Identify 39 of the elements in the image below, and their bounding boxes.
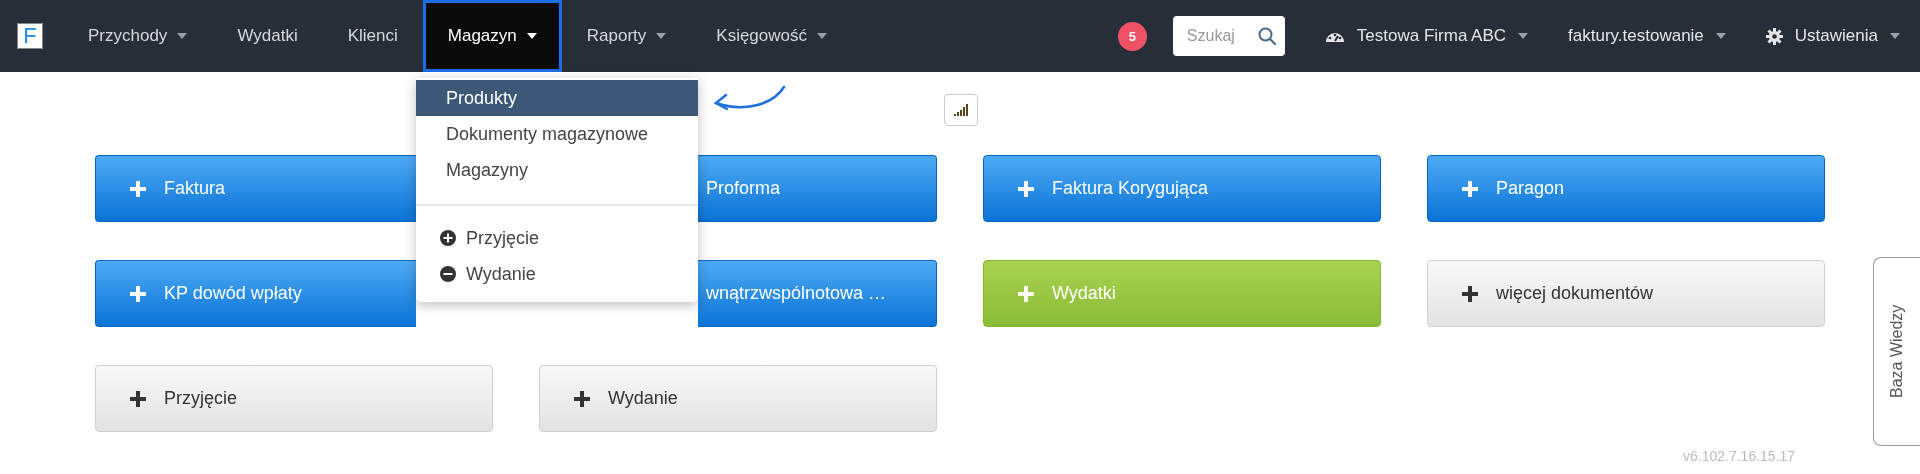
nav-menu-item[interactable]: Księgowość (691, 0, 852, 72)
nav-menu-item[interactable]: Magazyn (422, 0, 562, 72)
signal-button[interactable] (944, 94, 978, 126)
dropdown-item[interactable]: Produkty (416, 80, 698, 116)
settings-menu[interactable]: Ustawienia (1745, 26, 1920, 46)
dropdown-item[interactable]: Wydanie (416, 256, 698, 292)
plus-icon (1018, 285, 1034, 302)
gear-icon (1765, 27, 1783, 45)
plus-icon (1018, 180, 1034, 197)
search-field[interactable]: Szukaj (1172, 16, 1285, 56)
nav-menu-item[interactable]: Klienci (322, 0, 423, 72)
new-document-button[interactable]: więcej dokumentów (1427, 260, 1825, 327)
nav-menu-item[interactable]: Wydatki (212, 0, 323, 72)
account-menu[interactable]: faktury.testowanie (1548, 26, 1746, 46)
caret-icon (1715, 33, 1726, 39)
caret-icon (1518, 33, 1529, 39)
nav-menu-item[interactable]: Raporty (561, 0, 692, 72)
plus-icon (130, 180, 146, 197)
knowledge-base-tab[interactable]: Baza Wiedzy (1873, 257, 1920, 446)
new-document-button[interactable]: wnątrzwspólnotowa … (698, 260, 937, 327)
plus-icon (1462, 180, 1478, 197)
dropdown-item[interactable]: Dokumenty magazynowe (416, 116, 698, 152)
app-logo[interactable]: F (17, 23, 43, 49)
dropdown-item[interactable]: Magazyny (416, 152, 698, 188)
plus-icon (130, 390, 146, 407)
version-text: v6.102.7.16.15.17 (1683, 448, 1796, 464)
minus-circle-icon (440, 266, 456, 282)
new-document-button[interactable]: Wydanie (539, 365, 937, 432)
plus-icon (574, 390, 590, 407)
dropdown-item[interactable]: Przyjęcie (416, 220, 698, 256)
plus-icon (130, 285, 146, 302)
signal-bars-icon (954, 104, 968, 116)
new-document-button[interactable]: Przyjęcie (95, 365, 493, 432)
search-icon (1257, 27, 1276, 45)
caret-icon (1890, 33, 1900, 39)
nav-menu-item[interactable]: Przychody (63, 0, 213, 72)
plus-icon (1462, 285, 1478, 302)
plus-circle-icon (440, 230, 456, 246)
company-menu[interactable]: Testowa Firma ABC (1304, 26, 1549, 46)
